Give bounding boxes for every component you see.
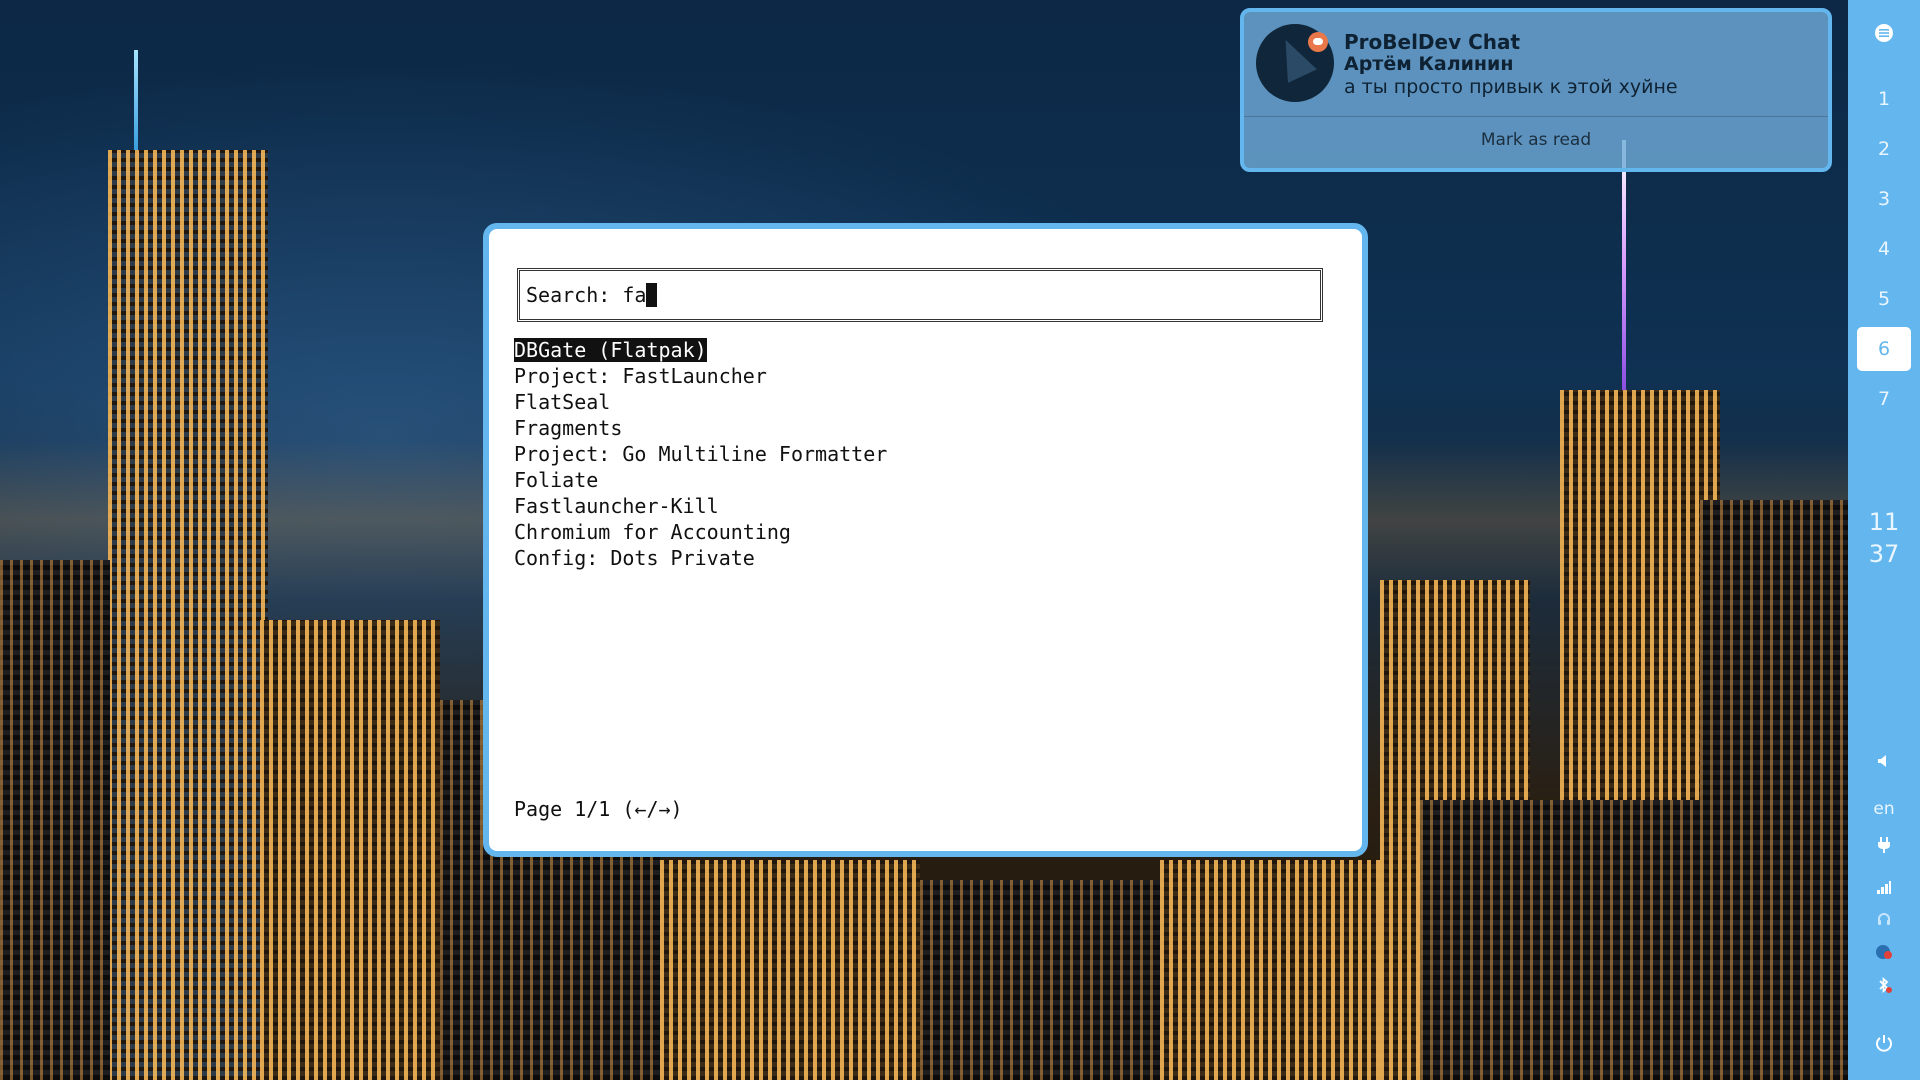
result-label: FlatSeal bbox=[514, 390, 611, 414]
signal-bars-icon[interactable] bbox=[1848, 878, 1920, 902]
list-item[interactable]: Chromium for Accounting bbox=[514, 519, 887, 545]
list-item[interactable]: FlatSeal bbox=[514, 389, 887, 415]
result-label: Project: FastLauncher bbox=[514, 364, 767, 388]
tower-spire bbox=[1622, 140, 1626, 390]
result-label: Project: Go Multiline Formatter bbox=[514, 442, 888, 466]
tower-spire bbox=[134, 50, 138, 150]
notification-dot-icon[interactable] bbox=[1848, 943, 1920, 967]
result-label: DBGate (Flatpak) bbox=[514, 338, 707, 362]
result-label: Foliate bbox=[514, 468, 599, 492]
language-indicator[interactable]: en bbox=[1848, 797, 1920, 821]
workspace-6[interactable]: 6 bbox=[1857, 327, 1911, 371]
notification-message: а ты просто привык к этой хуйне bbox=[1344, 76, 1678, 98]
notification-sender: Артём Калинин bbox=[1344, 53, 1514, 75]
text-cursor bbox=[646, 283, 658, 307]
workspace-1[interactable]: 1 bbox=[1848, 77, 1920, 121]
building bbox=[1160, 860, 1400, 1080]
list-item[interactable]: Fastlauncher-Kill bbox=[514, 493, 887, 519]
notification-app-name: ProBelDev Chat bbox=[1344, 30, 1521, 54]
search-value: fa bbox=[622, 283, 647, 307]
app-avatar bbox=[1256, 24, 1334, 102]
search-label: Search: bbox=[526, 283, 623, 307]
power-plug-icon[interactable] bbox=[1848, 836, 1920, 860]
tall-tower bbox=[108, 150, 268, 1080]
building bbox=[920, 880, 1160, 1080]
search-input[interactable]: Search: fa bbox=[517, 268, 1323, 322]
power-icon[interactable] bbox=[1848, 1033, 1920, 1057]
workspace-5[interactable]: 5 bbox=[1848, 277, 1920, 321]
building bbox=[660, 860, 920, 1080]
menu-icon[interactable] bbox=[1848, 22, 1920, 49]
volume-icon[interactable] bbox=[1848, 752, 1920, 776]
building bbox=[0, 560, 110, 1080]
list-item[interactable]: Project: FastLauncher bbox=[514, 363, 887, 389]
mark-as-read-button[interactable]: Mark as read bbox=[1244, 130, 1828, 150]
list-item[interactable]: Config: Dots Private bbox=[514, 545, 887, 571]
workspace-7[interactable]: 7 bbox=[1848, 377, 1920, 421]
clock-minute: 37 bbox=[1868, 540, 1900, 568]
list-item[interactable]: DBGate (Flatpak) bbox=[514, 337, 887, 363]
building bbox=[1420, 800, 1750, 1080]
result-label: Chromium for Accounting bbox=[514, 520, 791, 544]
results-list: DBGate (Flatpak) Project: FastLauncher F… bbox=[514, 337, 887, 571]
workspace-4[interactable]: 4 bbox=[1848, 227, 1920, 271]
status-sidebar: 1 2 3 4 5 6 7 11 37 en bbox=[1848, 0, 1920, 1080]
building bbox=[260, 620, 440, 1080]
headphones-icon[interactable] bbox=[1848, 910, 1920, 934]
result-label: Config: Dots Private bbox=[514, 546, 755, 570]
list-item[interactable]: Fragments bbox=[514, 415, 887, 441]
list-item[interactable]: Project: Go Multiline Formatter bbox=[514, 441, 887, 467]
workspace-3[interactable]: 3 bbox=[1848, 177, 1920, 221]
list-item[interactable]: Foliate bbox=[514, 467, 887, 493]
chat-notification[interactable]: ProBelDev Chat Артём Калинин а ты просто… bbox=[1240, 8, 1832, 172]
page-indicator: Page 1/1 (←/→) bbox=[514, 797, 683, 821]
divider bbox=[1244, 116, 1828, 117]
result-label: Fragments bbox=[514, 416, 623, 440]
result-label: Fastlauncher-Kill bbox=[514, 494, 719, 518]
app-launcher: Search: fa DBGate (Flatpak) Project: Fas… bbox=[483, 223, 1368, 857]
workspace-2[interactable]: 2 bbox=[1848, 127, 1920, 171]
bluetooth-icon[interactable] bbox=[1848, 976, 1920, 1000]
chat-bubble-icon bbox=[1308, 32, 1328, 52]
clock-hour: 11 bbox=[1868, 508, 1900, 536]
